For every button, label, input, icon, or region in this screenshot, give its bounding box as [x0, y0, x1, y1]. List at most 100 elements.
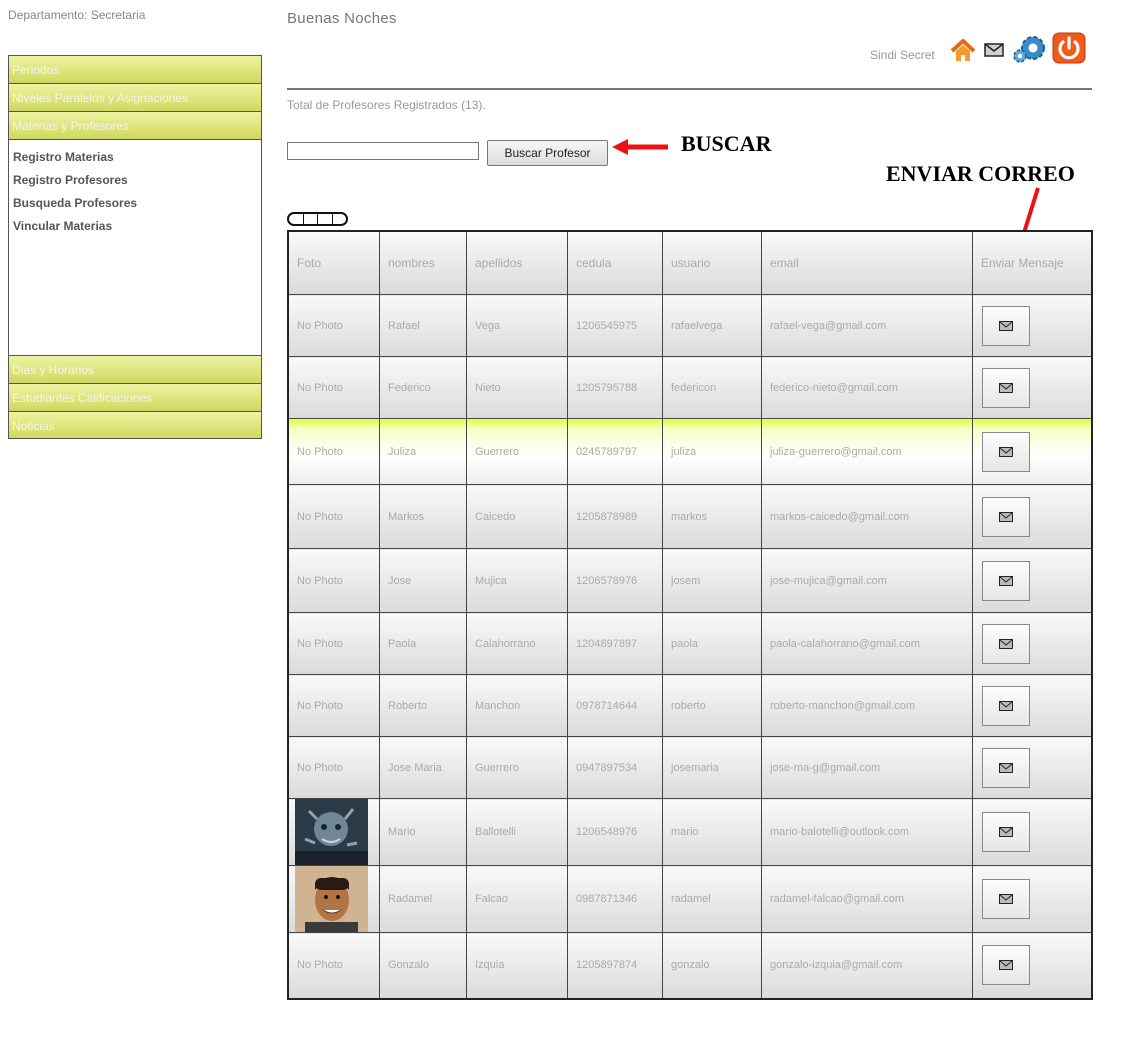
cell-apellidos: Falcao	[466, 865, 568, 933]
envelope-icon	[999, 960, 1013, 971]
pager-segment[interactable]	[289, 214, 303, 224]
profile-photo	[295, 799, 368, 865]
submenu-materias-profesores: Registro Materias Registro Profesores Bu…	[8, 139, 262, 355]
menu-periodos[interactable]: Periodos	[8, 55, 262, 83]
settings-icon[interactable]	[1012, 34, 1048, 64]
table-header-row: Foto nombres apellidos cedula usuario em…	[287, 230, 1093, 295]
send-message-button[interactable]	[982, 305, 1030, 346]
envelope-icon	[999, 382, 1013, 393]
mail-icon[interactable]	[984, 43, 1004, 57]
cell-usuario: federicon	[662, 356, 762, 419]
cell-nombres: Rafael	[379, 294, 467, 357]
table-row: No Photo Juliza Guerrero 0245789797 juliza ju…	[287, 418, 1093, 485]
table-row: No Photo Rafael Vega 1206545975 rafaelvega ra…	[287, 294, 1093, 357]
table-row: No Photo Paola Calahorrano 1204897897 paola p…	[287, 612, 1093, 675]
cell-email: radamel-falcao@gmail.com	[761, 865, 973, 933]
cell-cedula: 1204897897	[567, 612, 663, 675]
pager-segment[interactable]	[331, 214, 347, 224]
table-row: No Photo Gonzalo Izquia 1205897874 gonzalo go…	[287, 932, 1093, 999]
send-message-button[interactable]	[982, 685, 1030, 726]
cell-foto: No Photo	[287, 612, 380, 675]
cell-cedula: 0947897534	[567, 736, 663, 799]
send-message-button[interactable]	[982, 560, 1030, 601]
submenu-vincular-materias[interactable]: Vincular Materias	[13, 215, 261, 238]
cell-usuario: roberto	[662, 674, 762, 737]
cell-usuario: rafaelvega	[662, 294, 762, 357]
cell-enviar	[972, 294, 1093, 357]
col-cedula: cedula	[567, 230, 663, 295]
col-apellidos: apellidos	[466, 230, 568, 295]
cell-apellidos: Ballotelli	[466, 798, 568, 866]
cell-apellidos: Vega	[466, 294, 568, 357]
cell-nombres: Roberto	[379, 674, 467, 737]
cell-apellidos: Guerrero	[466, 418, 568, 485]
cell-nombres: Jose Maria	[379, 736, 467, 799]
envelope-icon	[999, 446, 1013, 457]
cell-nombres: Jose	[379, 548, 467, 613]
cell-email: paola-calahorrano@gmail.com	[761, 612, 973, 675]
cell-apellidos: Guerrero	[466, 736, 568, 799]
cell-apellidos: Manchon	[466, 674, 568, 737]
submenu-registro-materias[interactable]: Registro Materias	[13, 146, 261, 169]
cell-cedula: 1206545975	[567, 294, 663, 357]
cell-usuario: mario	[662, 798, 762, 866]
menu-dias-horarios[interactable]: Dias y Horarios	[8, 355, 262, 383]
cell-foto: No Photo	[287, 484, 380, 549]
power-icon[interactable]	[1052, 32, 1086, 64]
home-icon[interactable]	[949, 38, 977, 64]
send-message-button[interactable]	[982, 945, 1030, 986]
cell-usuario: josem	[662, 548, 762, 613]
cell-email: mario-balotelli@outlook.com	[761, 798, 973, 866]
cell-foto: No Photo	[287, 932, 380, 999]
cell-apellidos: Calahorrano	[466, 612, 568, 675]
table-row: No Photo Federico Nieto 1205795788 federicon…	[287, 356, 1093, 419]
table-row: No Photo Jose Maria Guerrero 0947897534 jose…	[287, 736, 1093, 799]
pagination-control[interactable]	[287, 212, 348, 226]
send-message-button[interactable]	[982, 812, 1030, 852]
table-row: Radamel Falcao 0987871346 radamel radamel-fa…	[287, 865, 1093, 933]
table-row: No Photo Roberto Manchon 0978714644 roberto r…	[287, 674, 1093, 737]
send-message-button[interactable]	[982, 431, 1030, 472]
table-body: No Photo Rafael Vega 1206545975 rafaelvega ra…	[287, 294, 1093, 999]
cell-enviar	[972, 418, 1093, 485]
profesores-table: Foto nombres apellidos cedula usuario em…	[287, 230, 1093, 1000]
total-profesores: Total de Profesores Registrados (13).	[287, 98, 486, 112]
sidebar: Periodos Niveles Paralelos y Asignacione…	[8, 55, 262, 439]
cell-apellidos: Nieto	[466, 356, 568, 419]
cell-foto: No Photo	[287, 736, 380, 799]
header-divider	[287, 88, 1092, 90]
cell-nombres: Mario	[379, 798, 467, 866]
cell-email: juliza-guerrero@gmail.com	[761, 418, 973, 485]
send-message-button[interactable]	[982, 879, 1030, 919]
send-message-button[interactable]	[982, 747, 1030, 788]
table-row: Mario Ballotelli 1206548976 mario mario-balo…	[287, 798, 1093, 866]
cell-email: federico-nieto@gmail.com	[761, 356, 973, 419]
user-name: Sindi Secret	[870, 48, 935, 62]
envelope-icon	[999, 762, 1013, 773]
menu-niveles[interactable]: Niveles Paralelos y Asignaciones	[8, 83, 262, 111]
send-message-button[interactable]	[982, 367, 1030, 408]
cell-enviar	[972, 865, 1093, 933]
send-message-button[interactable]	[982, 496, 1030, 537]
submenu-registro-profesores[interactable]: Registro Profesores	[13, 169, 261, 192]
pager-segment[interactable]	[302, 214, 318, 224]
cell-foto: No Photo	[287, 356, 380, 419]
cell-usuario: radamel	[662, 865, 762, 933]
search-button[interactable]: Buscar Profesor	[487, 140, 608, 166]
submenu-busqueda-profesores[interactable]: Busqueda Profesores	[13, 192, 261, 215]
cell-enviar	[972, 484, 1093, 549]
envelope-icon	[999, 575, 1013, 586]
send-message-button[interactable]	[982, 623, 1030, 664]
menu-estudiantes-calificaciones[interactable]: Estudiantes Calificaciones	[8, 383, 262, 411]
cell-foto: No Photo	[287, 674, 380, 737]
pager-segment[interactable]	[317, 214, 332, 224]
cell-nombres: Gonzalo	[379, 932, 467, 999]
cell-foto: No Photo	[287, 418, 380, 485]
cell-email: jose-mujica@gmail.com	[761, 548, 973, 613]
search-input[interactable]	[287, 142, 479, 160]
menu-noticias[interactable]: Noticias	[8, 411, 262, 439]
menu-materias-profesores[interactable]: Materias y Profesores	[8, 111, 262, 139]
envelope-icon	[999, 827, 1013, 837]
cell-apellidos: Caicedo	[466, 484, 568, 549]
envelope-icon	[999, 511, 1013, 522]
